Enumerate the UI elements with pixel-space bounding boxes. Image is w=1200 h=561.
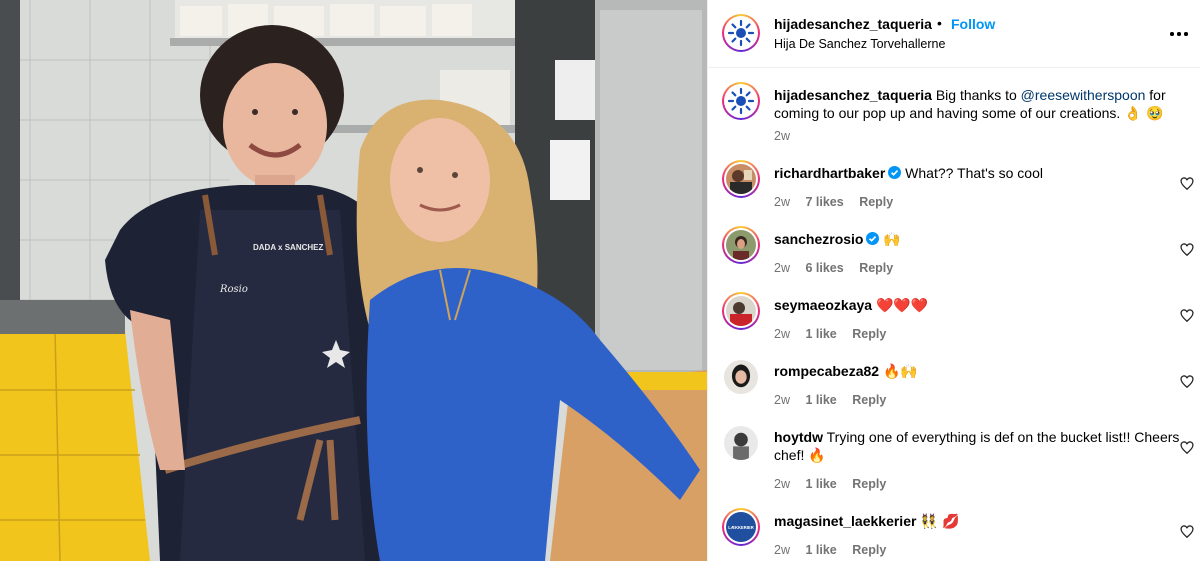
heart-outline-icon[interactable] bbox=[1180, 441, 1194, 455]
caption-emojis: 👌 🥹 bbox=[1124, 106, 1164, 122]
heart-outline-icon[interactable] bbox=[1180, 309, 1194, 323]
comment-meta: 2w 1 like Reply bbox=[774, 543, 898, 557]
caption-username[interactable]: hijadesanchez_taqueria bbox=[774, 87, 932, 103]
caption-meta: 2w bbox=[774, 129, 802, 143]
comment-avatar[interactable] bbox=[722, 358, 760, 396]
person-photo-icon bbox=[726, 230, 756, 260]
comment-time[interactable]: 2w bbox=[774, 327, 790, 341]
comment-body: What?? That's so cool bbox=[905, 165, 1043, 181]
comment-username[interactable]: seymaeozkaya bbox=[774, 297, 872, 313]
reply-button[interactable]: Reply bbox=[852, 543, 886, 557]
comment-text: rompecabeza82 🔥🙌 bbox=[774, 362, 1184, 381]
comment-avatar[interactable]: LÆKKERIER bbox=[722, 508, 760, 546]
caption-time[interactable]: 2w bbox=[774, 129, 790, 143]
comment-time[interactable]: 2w bbox=[774, 261, 790, 275]
heart-outline-icon[interactable] bbox=[1180, 375, 1194, 389]
comment-username[interactable]: rompecabeza82 bbox=[774, 363, 879, 379]
comment-emoji: 🔥🙌 bbox=[882, 364, 918, 380]
sun-logo-icon bbox=[726, 18, 756, 48]
person-photo-icon bbox=[724, 426, 758, 460]
person-photo-icon bbox=[726, 164, 756, 194]
comment-avatar[interactable] bbox=[722, 292, 760, 330]
verified-badge-icon bbox=[866, 232, 880, 245]
comment-likes[interactable]: 6 likes bbox=[805, 261, 843, 275]
heart-outline-icon[interactable] bbox=[1180, 177, 1194, 191]
more-options-icon[interactable] bbox=[1168, 22, 1190, 44]
comment-emoji: ❤️❤️❤️ bbox=[875, 298, 929, 314]
caption-text: hijadesanchez_taqueria Big thanks to @re… bbox=[774, 86, 1184, 123]
post-photo[interactable]: DADA x SANCHEZ Rosio bbox=[0, 0, 707, 561]
comment-emoji: 🙌 bbox=[883, 232, 901, 248]
comment-emoji: 👯 💋 bbox=[920, 514, 960, 530]
comment-avatar[interactable] bbox=[722, 424, 760, 462]
comment-likes[interactable]: 1 like bbox=[805, 393, 836, 407]
comment-likes[interactable]: 7 likes bbox=[805, 195, 843, 209]
apron-name: Rosio bbox=[219, 284, 248, 295]
comment-emoji: 🔥 bbox=[808, 448, 826, 464]
author-avatar[interactable] bbox=[722, 14, 760, 52]
comment-username[interactable]: richardhartbaker bbox=[774, 165, 885, 181]
comment-meta: 2w 1 like Reply bbox=[774, 327, 898, 341]
reply-button[interactable]: Reply bbox=[852, 393, 886, 407]
heart-outline-icon[interactable] bbox=[1180, 525, 1194, 539]
comment-time[interactable]: 2w bbox=[774, 543, 790, 557]
comment-likes[interactable]: 1 like bbox=[805, 543, 836, 557]
svg-text:LÆKKERIER: LÆKKERIER bbox=[728, 525, 754, 530]
comment-body: Trying one of everything is def on the b… bbox=[774, 429, 1180, 463]
comment-text: richardhartbaker What?? That's so cool bbox=[774, 164, 1184, 182]
reply-button[interactable]: Reply bbox=[859, 195, 893, 209]
post-header: hijadesanchez_taqueria • Follow Hija De … bbox=[708, 0, 1200, 68]
person-photo-icon bbox=[726, 296, 756, 326]
comment-text: seymaeozkaya ❤️❤️❤️ bbox=[774, 296, 1184, 315]
sun-logo-icon bbox=[726, 86, 756, 116]
comment-text: magasinet_laekkerier 👯 💋 bbox=[774, 512, 1184, 531]
caption-body-start: Big thanks to bbox=[935, 87, 1017, 103]
comment-username[interactable]: hoytdw bbox=[774, 429, 823, 445]
reply-button[interactable]: Reply bbox=[852, 327, 886, 341]
apron-print: DADA x SANCHEZ bbox=[253, 243, 323, 252]
comment-avatar[interactable] bbox=[722, 226, 760, 264]
magazine-logo-icon: LÆKKERIER bbox=[726, 512, 756, 542]
person-photo-icon bbox=[724, 360, 758, 394]
comment-meta: 2w 1 like Reply bbox=[774, 477, 898, 491]
heart-outline-icon[interactable] bbox=[1180, 243, 1194, 257]
comment-likes[interactable]: 1 like bbox=[805, 477, 836, 491]
separator-dot: • bbox=[937, 15, 942, 31]
comment-likes[interactable]: 1 like bbox=[805, 327, 836, 341]
post-location[interactable]: Hija De Sanchez Torvehallerne bbox=[774, 37, 945, 51]
caption-avatar[interactable] bbox=[722, 82, 760, 120]
post-sidebar: hijadesanchez_taqueria • Follow Hija De … bbox=[707, 0, 1200, 561]
follow-button[interactable]: Follow bbox=[951, 16, 995, 32]
comment-username[interactable]: sanchezrosio bbox=[774, 231, 863, 247]
comment-text: sanchezrosio 🙌 bbox=[774, 230, 1184, 249]
comment-text: hoytdw Trying one of everything is def o… bbox=[774, 428, 1184, 465]
photo-scene: DADA x SANCHEZ Rosio bbox=[0, 0, 707, 561]
verified-badge-icon bbox=[888, 166, 902, 179]
comment-meta: 2w 6 likes Reply bbox=[774, 261, 905, 275]
comment-time[interactable]: 2w bbox=[774, 393, 790, 407]
reply-button[interactable]: Reply bbox=[859, 261, 893, 275]
comment-username[interactable]: magasinet_laekkerier bbox=[774, 513, 916, 529]
comment-meta: 2w 7 likes Reply bbox=[774, 195, 905, 209]
comment-time[interactable]: 2w bbox=[774, 195, 790, 209]
comment-time[interactable]: 2w bbox=[774, 477, 790, 491]
caption-mention[interactable]: @reesewitherspoon bbox=[1021, 87, 1146, 103]
comment-avatar[interactable] bbox=[722, 160, 760, 198]
comment-meta: 2w 1 like Reply bbox=[774, 393, 898, 407]
reply-button[interactable]: Reply bbox=[852, 477, 886, 491]
author-username[interactable]: hijadesanchez_taqueria bbox=[774, 16, 932, 32]
